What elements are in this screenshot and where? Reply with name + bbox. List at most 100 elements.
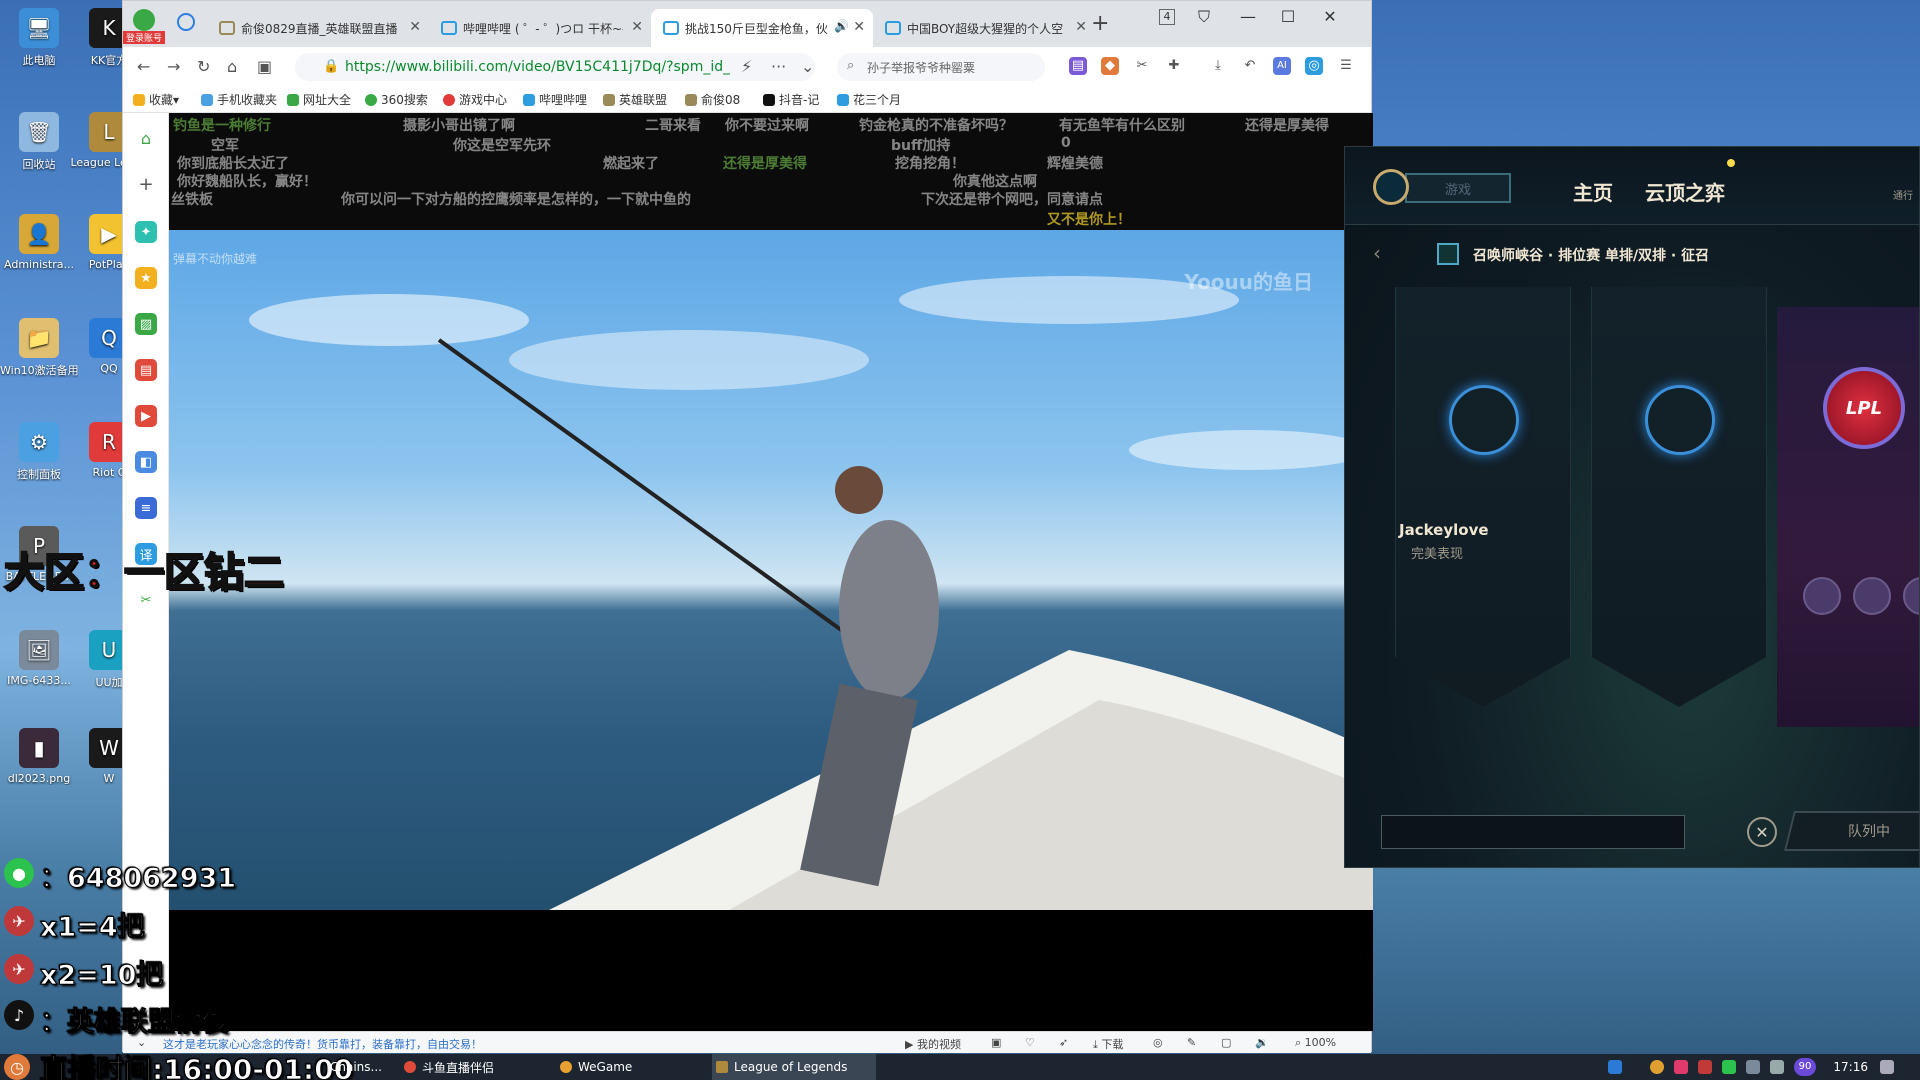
desktop-icon-administrator[interactable]: 👤 Administra... (0, 214, 78, 271)
star-icon[interactable]: ★ (135, 267, 157, 289)
edit-icon[interactable]: ✎ (1187, 1036, 1196, 1049)
taskbar-item-douyu[interactable]: 斗鱼直播伴侣 (400, 1054, 550, 1080)
player-banner[interactable]: LPL (1777, 307, 1919, 727)
photo-editor-icon[interactable]: ◧ (135, 451, 157, 473)
heart-icon[interactable]: ♡ (1025, 1036, 1035, 1049)
close-icon[interactable]: ✕ (853, 19, 865, 35)
search-input[interactable]: ⌕ 孙子举报爷爷种罂粟 (837, 53, 1045, 81)
tab-tuna-video[interactable]: 挑战150斤巨型金枪鱼，伙 🔊 ✕ (651, 9, 873, 47)
mastery-badge-icon[interactable] (1853, 577, 1891, 615)
download-icon[interactable]: ⤓ (1209, 57, 1227, 75)
home-button[interactable]: ⌂ (227, 57, 237, 76)
address-bar[interactable]: 🔒 https://www.bilibili.com/video/BV15C41… (295, 53, 815, 81)
document-icon[interactable]: ≡ (135, 497, 157, 519)
app-tray-icon[interactable] (1674, 1060, 1688, 1074)
taskbar-item-wegame[interactable]: WeGame (556, 1054, 706, 1080)
tab-bilibili[interactable]: 哔哩哔哩 ( ゜- ゜)つロ 干杯~- ✕ (429, 9, 651, 47)
tab-count-button[interactable]: 4 (1159, 9, 1175, 25)
bookmark-bilibili[interactable]: 哔哩哔哩 (523, 91, 587, 108)
in-queue-button[interactable]: 队列中 (1784, 811, 1919, 851)
tab-yujun-live[interactable]: 俞俊0829直播_英雄联盟直播 ✕ (207, 9, 429, 47)
rocket-icon[interactable]: ➶ (1059, 1036, 1068, 1049)
volume-tray-icon[interactable] (1770, 1060, 1784, 1074)
wechat-tray-icon[interactable] (1722, 1060, 1736, 1074)
video-frame[interactable]: 弹幕不动你越难 Yoouu的鱼日 (169, 230, 1373, 910)
video-player[interactable]: 钓鱼是一种修行 摄影小哥出镜了啊 二哥来看 你不要过来啊 钓金枪真的不准备坏吗？… (169, 113, 1373, 1031)
close-icon[interactable]: ✕ (631, 19, 643, 35)
video-icon[interactable]: ▶ (135, 405, 157, 427)
plus-icon[interactable]: + (135, 173, 157, 195)
party-slot-empty[interactable] (1591, 287, 1767, 707)
ai-icon[interactable]: AI (1273, 57, 1291, 75)
bookmark-360-search[interactable]: 360搜索 (365, 91, 428, 108)
desktop-icon-img[interactable]: 🖼 IMG-6433... (0, 630, 78, 687)
briefcase-icon[interactable]: ▣ (257, 57, 272, 76)
app-tray-icon[interactable] (1698, 1060, 1712, 1074)
lol-nav-home[interactable]: 主页 (1573, 177, 1613, 206)
extension-fox-icon[interactable]: ◆ (1101, 57, 1119, 75)
invite-slot-circle[interactable] (1449, 385, 1519, 455)
close-icon[interactable]: ✕ (1075, 19, 1087, 35)
maximize-button[interactable]: ☐ (1273, 7, 1303, 26)
bookmark-mobile[interactable]: 手机收藏夹 (201, 91, 277, 108)
close-window-button[interactable]: ✕ (1315, 7, 1345, 26)
invite-slot-circle[interactable] (1645, 385, 1715, 455)
google-tray-icon[interactable] (1650, 1060, 1664, 1074)
edge-icon[interactable]: ◎ (1305, 57, 1323, 75)
tray-badge[interactable]: 90 (1794, 1058, 1816, 1076)
lol-chat-input[interactable] (1381, 815, 1685, 849)
lightning-icon[interactable]: ⚡ (741, 57, 752, 76)
screenshot-icon[interactable]: ▣ (991, 1036, 1001, 1049)
compass-icon[interactable] (177, 13, 195, 31)
qq-tray-icon[interactable] (1608, 1060, 1622, 1074)
tab-china-boy[interactable]: 中国BOY超级大猩猩的个人空 ✕ (873, 9, 1095, 47)
close-icon[interactable]: ✕ (409, 19, 421, 35)
zoom-control[interactable]: ⌕ 100% (1295, 1036, 1336, 1050)
browser-logo-icon[interactable] (133, 9, 155, 31)
login-badge[interactable]: 登录账号 (123, 31, 166, 44)
back-button[interactable]: ← (137, 57, 150, 76)
menu-icon[interactable]: ☰ (1337, 57, 1355, 75)
bookmark-yujun[interactable]: 俞俊08 (685, 91, 740, 108)
translate-icon[interactable]: ✦ (135, 221, 157, 243)
bookmark-favorites[interactable]: 收藏 ▾ (133, 91, 179, 108)
desktop-icon-win10-tool[interactable]: 📁 Win10激活备用工具 (0, 318, 78, 378)
extension-purple-icon[interactable]: ▤ (1069, 57, 1087, 75)
window-icon[interactable]: ▢ (1221, 1036, 1231, 1049)
forward-button[interactable]: → (167, 57, 180, 76)
desktop-icon-control-panel[interactable]: ⚙ 控制面板 (0, 422, 78, 482)
bookmark-league[interactable]: 英雄联盟 (603, 91, 667, 108)
cancel-queue-button[interactable]: ✕ (1747, 817, 1777, 847)
speaker-icon[interactable]: 🔊 (834, 19, 849, 33)
scissors-icon[interactable]: ✂ (1133, 57, 1151, 75)
desktop-icon-this-pc[interactable]: 🖥 此电脑 (0, 8, 78, 68)
desktop-icon-recycle-bin[interactable]: 🗑 回收站 (0, 112, 78, 172)
my-video-button[interactable]: ▶ 我的视频 (905, 1036, 961, 1052)
lol-play-button[interactable]: 游戏 (1405, 173, 1511, 203)
volume-icon[interactable]: 🔉 (1255, 1036, 1269, 1049)
taskbar-item-chains[interactable]: Chains... (326, 1054, 402, 1080)
lol-nav-tft[interactable]: 云顶之弈 (1645, 177, 1725, 206)
mastery-badge-icon[interactable] (1803, 577, 1841, 615)
lol-nav-pass[interactable]: 通行 (1893, 187, 1913, 202)
taskbar-item-league[interactable]: League of Legends (712, 1054, 876, 1080)
reload-button[interactable]: ↻ (197, 57, 210, 76)
notification-icon[interactable] (1880, 1060, 1894, 1074)
chevron-left-icon[interactable]: ‹ (1373, 241, 1381, 265)
system-clock[interactable]: 17:16 (1833, 1060, 1868, 1074)
puzzle-icon[interactable]: ✚ (1165, 57, 1183, 75)
bookmark-three-months[interactable]: 花三个月 (837, 91, 901, 108)
party-slot-empty[interactable] (1395, 287, 1571, 707)
image-icon[interactable]: ▨ (135, 313, 157, 335)
bookmark-douyin[interactable]: 抖音-记 (763, 91, 819, 108)
network-tray-icon[interactable] (1746, 1060, 1760, 1074)
bookmark-url-directory[interactable]: 网址大全 (287, 91, 351, 108)
desktop-icon-dl2023[interactable]: ▮ dl2023.png (0, 728, 78, 785)
gamepad-icon[interactable]: ◎ (1153, 1036, 1163, 1049)
more-icon[interactable]: ··· (771, 57, 786, 76)
minimize-button[interactable]: — (1233, 7, 1263, 26)
home-icon[interactable]: ⌂ (135, 127, 157, 149)
pdf-icon[interactable]: ▤ (135, 359, 157, 381)
league-logo-icon[interactable] (1373, 169, 1409, 205)
new-tab-button[interactable]: + (1091, 11, 1109, 36)
